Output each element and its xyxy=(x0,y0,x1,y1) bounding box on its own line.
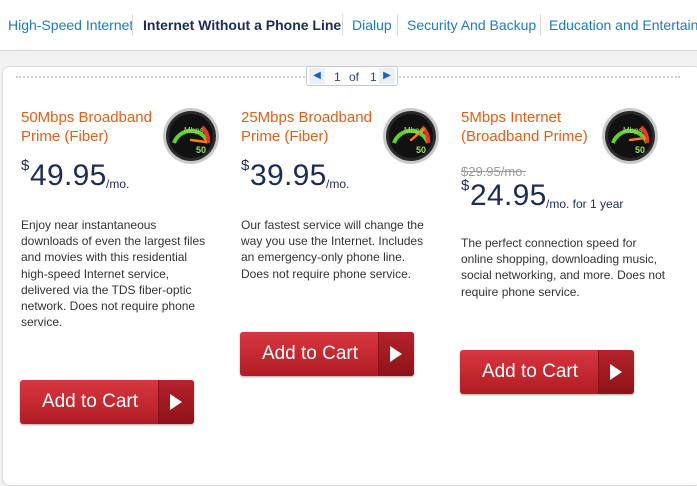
speedometer-icon: Mbps 50 xyxy=(162,107,220,165)
tab-divider xyxy=(540,14,541,36)
product-name[interactable]: 5Mbps Internet (Broadband Prime) xyxy=(461,108,611,146)
pagination: ◀ 1 of 1 ▶ xyxy=(306,66,398,86)
page-of-label: of xyxy=(349,70,360,84)
currency-symbol: $ xyxy=(21,157,30,174)
arrow-right-icon xyxy=(378,332,414,376)
tab-dialup[interactable]: Dialup xyxy=(352,15,392,35)
gauge-label: Mbps xyxy=(404,126,424,135)
price-amount: 24.95 xyxy=(470,179,547,212)
gauge-value: 50 xyxy=(196,145,206,155)
speedometer-icon: Mbps 50 xyxy=(382,107,440,165)
product-name[interactable]: 25Mbps Broadband Prime (Fiber) xyxy=(241,108,391,146)
speedometer-icon: Mbps 50 xyxy=(601,107,659,165)
price-unit: /mo. xyxy=(106,177,130,191)
product-description: Our fastest service will change the way … xyxy=(241,218,424,281)
current-page: 1 xyxy=(334,70,341,84)
currency-symbol: $ xyxy=(461,177,470,194)
tab-divider xyxy=(132,14,133,36)
add-to-cart-label: Add to Cart xyxy=(481,361,579,382)
tab-security-and-backup[interactable]: Security And Backup xyxy=(407,15,536,35)
tab-high-speed-internet[interactable]: High-Speed Internet xyxy=(8,15,133,35)
tab-divider xyxy=(397,14,398,36)
next-page-icon[interactable]: ▶ xyxy=(379,68,395,84)
previous-page-icon[interactable]: ◀ xyxy=(309,68,325,84)
price-amount: 49.95 xyxy=(30,159,107,192)
original-price: $29.95/mo. xyxy=(461,164,527,179)
price-amount: 39.95 xyxy=(250,159,327,192)
tab-internet-without-phone-line[interactable]: Internet Without a Phone Line xyxy=(143,15,341,35)
add-to-cart-label: Add to Cart xyxy=(261,343,359,364)
price-unit: /mo. xyxy=(326,177,350,191)
add-to-cart-button[interactable]: Add to Cart xyxy=(460,350,634,394)
gauge-value: 50 xyxy=(416,145,426,155)
gauge-label: Mbps xyxy=(184,126,204,135)
add-to-cart-button[interactable]: Add to Cart xyxy=(240,332,414,376)
add-to-cart-button[interactable]: Add to Cart xyxy=(20,380,194,424)
arrow-right-icon xyxy=(598,350,634,394)
product-description: Enjoy near instantaneous downloads of ev… xyxy=(21,218,206,330)
tab-divider xyxy=(342,14,343,36)
tab-education-and-entertainment[interactable]: Education and Entertainment xyxy=(549,15,697,35)
category-tab-bar: High-Speed Internet Internet Without a P… xyxy=(0,0,697,51)
arrow-right-icon xyxy=(158,380,194,424)
currency-symbol: $ xyxy=(241,157,250,174)
total-pages: 1 xyxy=(370,70,377,84)
product-description: The perfect connection speed for online … xyxy=(461,236,666,299)
price-unit: /mo. for 1 year xyxy=(546,197,624,211)
add-to-cart-label: Add to Cart xyxy=(41,391,139,412)
product-name[interactable]: 50Mbps Broadband Prime (Fiber) xyxy=(21,108,171,146)
gauge-label: Mbps xyxy=(623,126,643,135)
gauge-value: 50 xyxy=(635,145,645,155)
